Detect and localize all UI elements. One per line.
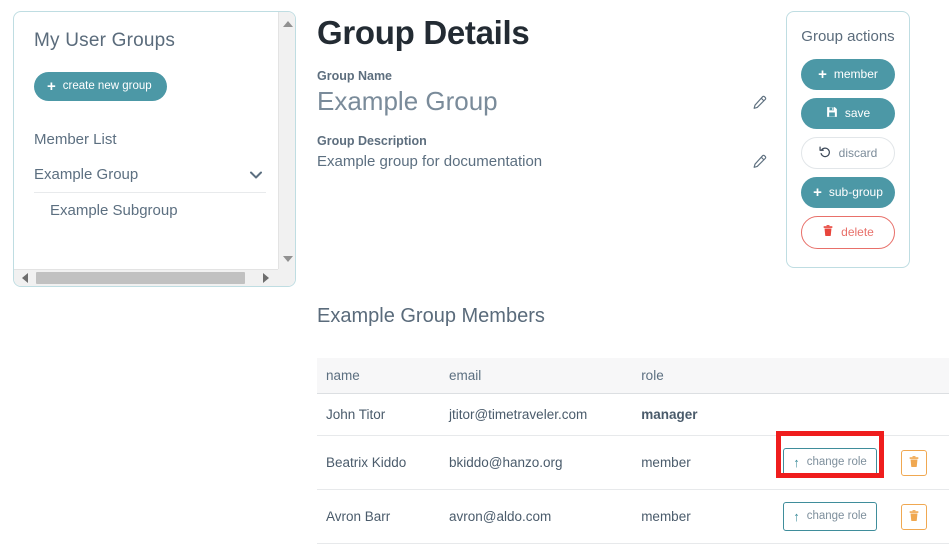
group-name-value: Example Group (317, 85, 498, 118)
member-name: John Titor (317, 394, 440, 436)
member-delete-cell (892, 490, 949, 544)
column-header-email: email (440, 358, 632, 394)
table-row: Beatrix Kiddo bkiddo@hanzo.org member ↑ … (317, 436, 949, 490)
undo-icon (819, 145, 832, 161)
sidebar-title: My User Groups (34, 30, 266, 52)
member-email: bkiddo@hanzo.org (440, 436, 632, 490)
remove-member-button[interactable] (901, 450, 927, 476)
sidebar-item-label: Example Group (34, 166, 138, 183)
column-header-role: role (632, 358, 774, 394)
sidebar-item-member-list[interactable]: Member List (34, 122, 266, 157)
group-name-label: Group Name (317, 69, 767, 83)
plus-icon: + (818, 67, 827, 82)
add-member-button[interactable]: + member (801, 59, 895, 90)
sidebar-horizontal-scrollbar[interactable] (14, 269, 286, 286)
change-role-label: change role (807, 511, 867, 523)
group-nav-list: Member List Example Group Example Subgro… (34, 122, 266, 228)
sidebar-item-label: Example Subgroup (50, 202, 178, 219)
scroll-left-arrow-icon[interactable] (16, 270, 33, 286)
table-row: Avron Barr avron@aldo.com member ↑ chang… (317, 490, 949, 544)
my-user-groups-panel: My User Groups + create new group Member… (13, 11, 296, 287)
members-heading: Example Group Members (317, 305, 545, 328)
plus-icon: + (813, 185, 822, 200)
page-title: Group Details (317, 14, 767, 52)
member-name: Avron Barr (317, 490, 440, 544)
member-email: avron@aldo.com (440, 490, 632, 544)
table-row: John Titor jtitor@timetraveler.com manag… (317, 394, 949, 436)
add-member-label: member (834, 68, 878, 81)
group-name-row: Example Group (317, 83, 767, 118)
arrow-up-icon: ↑ (793, 510, 800, 523)
arrow-up-icon: ↑ (793, 456, 800, 469)
change-role-button[interactable]: ↑ change role (783, 448, 877, 477)
scroll-right-arrow-icon[interactable] (257, 270, 274, 286)
group-details-section: Group Details Group Name Example Group G… (317, 14, 767, 176)
column-header-delete (892, 358, 949, 394)
trash-icon (908, 455, 920, 471)
sidebar-item-example-subgroup[interactable]: Example Subgroup (34, 192, 266, 228)
members-table: name email role John Titor jtitor@timetr… (317, 358, 949, 544)
group-description-row: Example group for documentation (317, 148, 767, 176)
sidebar-scroll-content: My User Groups + create new group Member… (14, 12, 286, 270)
change-role-button[interactable]: ↑ change role (783, 502, 877, 531)
horizontal-scrollbar-thumb[interactable] (36, 272, 245, 284)
scroll-up-arrow-icon[interactable] (279, 15, 296, 32)
group-description-label: Group Description (317, 134, 767, 148)
create-new-group-label: create new group (63, 81, 152, 93)
table-header-row: name email role (317, 358, 949, 394)
edit-group-description-pencil-icon[interactable] (750, 154, 767, 176)
member-actions-cell: ↑ change role (774, 490, 892, 544)
member-actions-cell: ↑ change role (774, 436, 892, 490)
group-actions-title: Group actions (787, 28, 909, 45)
plus-icon: + (47, 79, 56, 94)
sidebar-item-label: Member List (34, 131, 117, 148)
trash-icon (908, 509, 920, 525)
member-email: jtitor@timetraveler.com (440, 394, 632, 436)
group-actions-panel: Group actions + member save discard + su… (786, 11, 910, 268)
create-new-group-button[interactable]: + create new group (34, 72, 167, 101)
member-delete-cell (892, 394, 949, 436)
sidebar-item-example-group[interactable]: Example Group (34, 157, 266, 192)
delete-label: delete (841, 226, 874, 239)
discard-button[interactable]: discard (801, 137, 895, 169)
members-table-head: name email role (317, 358, 949, 394)
member-role: member (632, 490, 774, 544)
save-icon (826, 106, 838, 121)
add-sub-group-button[interactable]: + sub-group (801, 177, 895, 208)
member-role: manager (632, 394, 774, 436)
member-role: member (632, 436, 774, 490)
delete-group-button[interactable]: delete (801, 216, 895, 248)
trash-icon (822, 224, 834, 240)
member-name: Beatrix Kiddo (317, 436, 440, 490)
discard-label: discard (839, 147, 878, 160)
chevron-down-icon[interactable] (248, 167, 264, 183)
save-label: save (845, 107, 870, 120)
add-sub-group-label: sub-group (829, 186, 883, 199)
scrollbar-corner (278, 269, 295, 286)
scroll-down-arrow-icon[interactable] (279, 250, 296, 267)
column-header-actions (774, 358, 892, 394)
member-delete-cell (892, 436, 949, 490)
change-role-label: change role (807, 457, 867, 469)
edit-group-name-pencil-icon[interactable] (750, 95, 767, 117)
group-description-value: Example group for documentation (317, 153, 542, 172)
save-button[interactable]: save (801, 98, 895, 129)
members-table-body: John Titor jtitor@timetraveler.com manag… (317, 394, 949, 544)
remove-member-button[interactable] (901, 504, 927, 530)
column-header-name: name (317, 358, 440, 394)
member-actions-cell (774, 394, 892, 436)
sidebar-vertical-scrollbar[interactable] (278, 12, 295, 270)
